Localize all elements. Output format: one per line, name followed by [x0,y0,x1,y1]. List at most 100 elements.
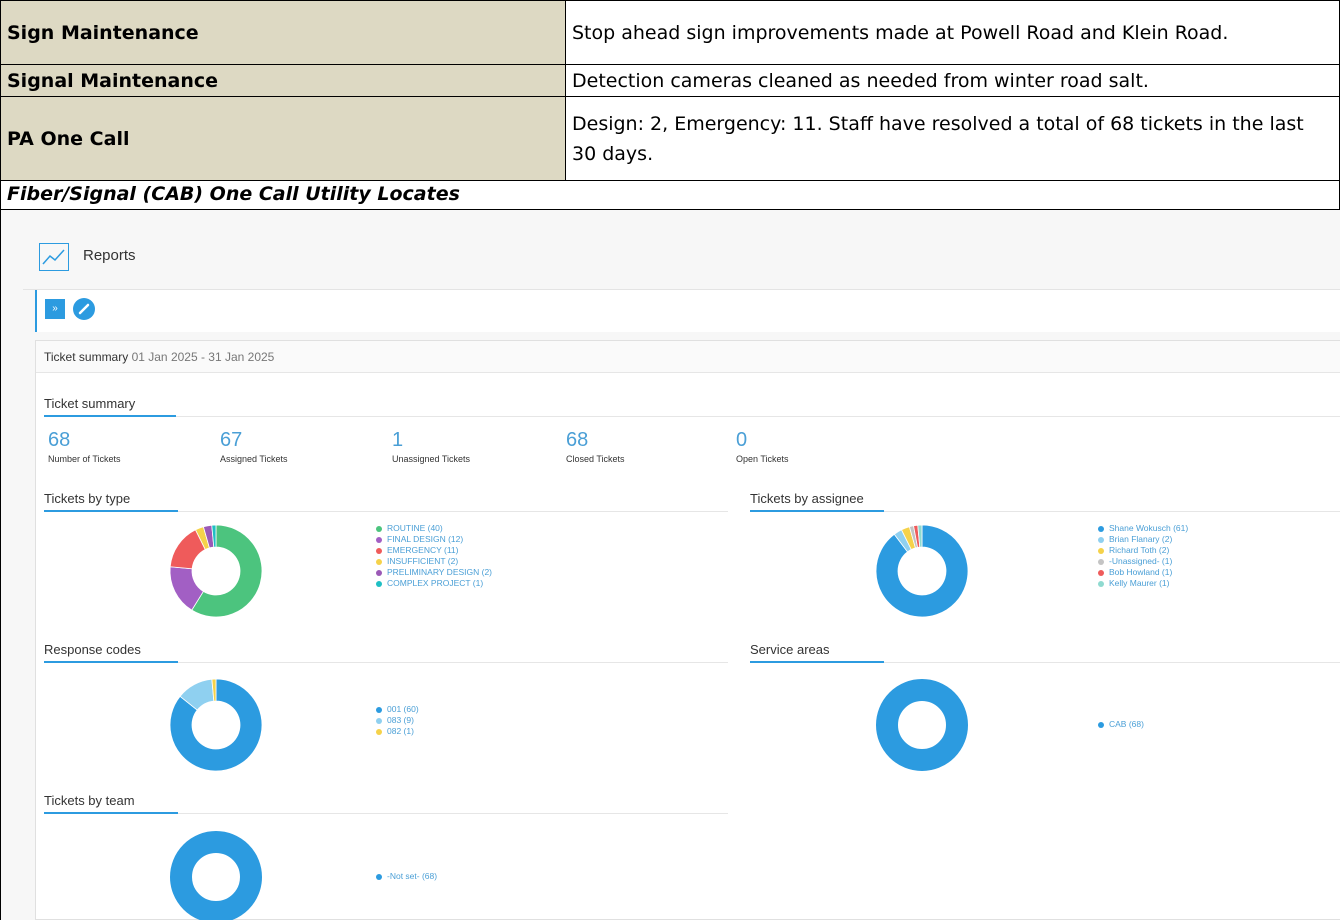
section-heading: Tickets by team [44,793,135,808]
response-codes-donut [169,678,263,772]
legend-dot-icon [376,728,382,735]
legend-dot-icon [376,536,382,543]
legend-label: EMERGENCY (11) [387,545,459,555]
legend-dot-icon [1098,569,1104,576]
legend-dot-icon [376,580,382,587]
legend-item: Richard Toth (2) [1098,545,1188,556]
legend-dot-icon [376,569,382,576]
divider [44,416,1340,417]
report-header: Reports [23,210,1340,290]
tickets-by-type-donut [169,524,263,618]
legend-label: -Not set- (68) [387,871,438,881]
legend-label: COMPLEX PROJECT (1) [387,578,484,588]
heading-accent [44,415,176,417]
legend-dot-icon [376,706,382,713]
legend-dot-icon [1098,721,1104,728]
expand-button[interactable]: » [45,299,65,319]
row-description: Detection cameras cleaned as needed from… [565,64,1340,97]
date-range: 01 Jan 2025 - 31 Jan 2025 [131,350,275,364]
legend-item: INSUFFICIENT (2) [376,556,492,567]
stat-unassigned-tickets: 1 Unassigned Tickets [392,429,470,464]
donut-slice [876,679,968,771]
ticket-summary-panel: Ticket summary 01 Jan 2025 - 31 Jan 2025… [35,340,1340,920]
legend-item: PRELIMINARY DESIGN (2) [376,567,492,578]
legend-item: COMPLEX PROJECT (1) [376,578,492,589]
legend-label: 082 (1) [387,726,414,736]
legend-label: 083 (9) [387,715,414,725]
legend-label: PRELIMINARY DESIGN (2) [387,567,493,577]
chart-line-icon [39,243,69,271]
legend-item: 082 (1) [376,726,419,737]
pencil-icon [78,303,90,315]
legend-item: Shane Wokusch (61) [1098,523,1188,534]
legend-label: CAB (68) [1109,719,1144,729]
legend-item: ROUTINE (40) [376,523,492,534]
legend-label: Richard Toth (2) [1109,545,1170,555]
document-table: Sign Maintenance Stop ahead sign improve… [0,0,1340,181]
legend-dot-icon [376,547,382,554]
legend-dot-icon [1098,547,1104,554]
stat-closed-tickets: 68 Closed Tickets [566,429,625,464]
tickets-by-team-donut [170,831,262,920]
panel-title: Ticket summary [44,350,129,364]
service-areas-donut [876,679,968,771]
legend-label: Brian Flanary (2) [1109,534,1173,544]
legend-item: EMERGENCY (11) [376,545,492,556]
report-toolbar: » [35,290,1340,332]
tickets-by-team-legend: -Not set- (68) [376,871,437,882]
legend-item: Kelly Maurer (1) [1098,578,1188,589]
tickets-by-assignee-donut [875,524,969,618]
row-description: Design: 2, Emergency: 11. Staff have res… [565,96,1340,181]
legend-label: ROUTINE (40) [387,523,443,533]
edit-button[interactable] [73,298,95,320]
report-title: Reports [83,247,136,264]
section-heading: Response codes [44,642,141,657]
legend-label: 001 (60) [387,704,419,714]
legend-dot-icon [1098,536,1104,543]
row-label: PA One Call [0,96,566,181]
section-title: Fiber/Signal (CAB) One Call Utility Loca… [0,180,1340,210]
stat-value: 68 [48,429,71,451]
stat-assigned-tickets: 67 Assigned Tickets [220,429,288,464]
legend-dot-icon [1098,580,1104,587]
donut-slice [170,831,262,920]
legend-item: 001 (60) [376,704,419,715]
legend-item: -Not set- (68) [376,871,437,882]
legend-label: INSUFFICIENT (2) [387,556,459,566]
table-row: PA One Call Design: 2, Emergency: 11. St… [0,96,1340,181]
stat-open-tickets: 0 Open Tickets [736,429,789,464]
stat-label: Unassigned Tickets [392,454,471,464]
panel-header: Ticket summary 01 Jan 2025 - 31 Jan 2025 [36,341,1340,373]
legend-dot-icon [1098,558,1104,565]
stat-label: Open Tickets [736,454,789,464]
chevron-down-icon: » [52,303,58,314]
legend-label: -Unassigned- (1) [1109,556,1173,566]
legend-item: Bob Howland (1) [1098,567,1188,578]
legend-item: Brian Flanary (2) [1098,534,1188,545]
legend-label: Bob Howland (1) [1109,567,1173,577]
legend-item: 083 (9) [376,715,419,726]
table-row: Sign Maintenance Stop ahead sign improve… [0,0,1340,65]
tickets-by-type-legend: ROUTINE (40) FINAL DESIGN (12) EMERGENCY (… [376,523,492,589]
legend-dot-icon [376,717,382,724]
row-label: Signal Maintenance [0,64,566,97]
legend-label: FINAL DESIGN (12) [387,534,464,544]
stat-number-of-tickets: 68 Number of Tickets [48,429,121,464]
legend-dot-icon [376,873,382,880]
heading-accent [44,510,178,512]
legend-dot-icon [1098,525,1104,532]
row-description: Stop ahead sign improvements made at Pow… [565,0,1340,65]
heading-accent [44,661,178,663]
section-heading: Ticket summary [44,396,136,411]
heading-accent [750,510,884,512]
legend-item: CAB (68) [1098,719,1144,730]
section-heading: Tickets by type [44,491,131,506]
tickets-by-assignee-legend: Shane Wokusch (61) Brian Flanary (2) Richa… [1098,523,1188,589]
service-areas-legend: CAB (68) [1098,719,1144,730]
stat-value: 1 [392,429,404,451]
heading-accent [750,661,884,663]
row-label: Sign Maintenance [0,0,566,65]
legend-label: Kelly Maurer (1) [1109,578,1170,588]
report-screenshot: Reports » Ticket summary 01 Jan 2025 - 3… [0,210,1340,920]
legend-label: Shane Wokusch (61) [1109,523,1189,533]
